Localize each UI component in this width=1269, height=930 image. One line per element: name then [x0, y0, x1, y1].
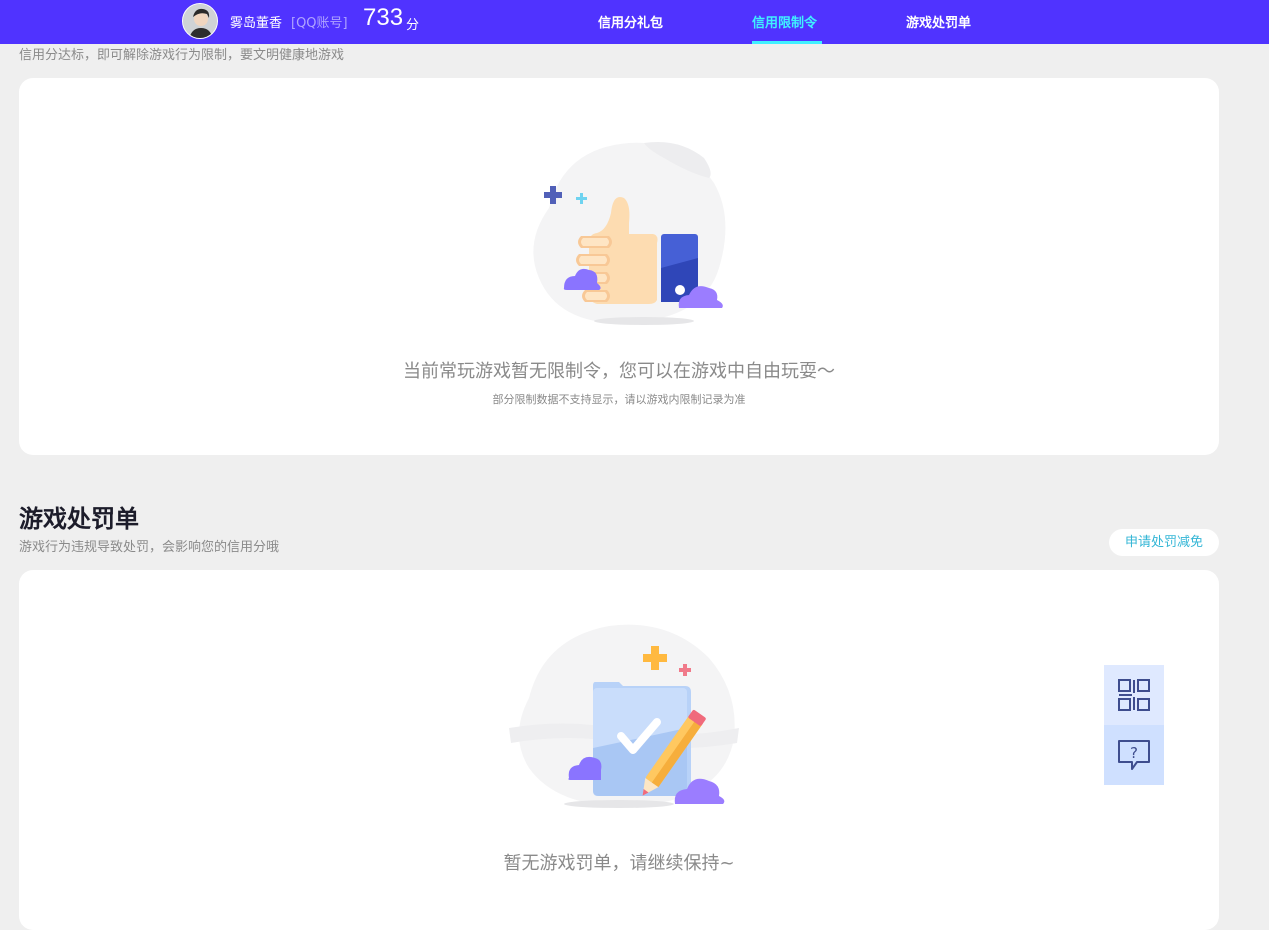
- credit-score-unit: 分: [406, 18, 420, 33]
- penalty-card: 暂无游戏罚单，请继续保持~: [19, 570, 1219, 930]
- checklist-pencil-icon: [509, 624, 739, 808]
- restriction-subtitle: 信用分达标，即可解除游戏行为限制，要文明健康地游戏: [19, 48, 345, 63]
- qr-code-icon: [1118, 679, 1150, 711]
- thumbs-up-icon: [533, 142, 726, 325]
- tab-credit-restriction[interactable]: 信用限制令: [752, 12, 817, 31]
- restriction-card: 当前常玩游戏暂无限制令，您可以在游戏中自由玩耍～ 部分限制数据不支持显示，请以游…: [19, 78, 1219, 455]
- credit-score: 733: [363, 4, 404, 31]
- help-chat-icon: ?: [1118, 740, 1150, 770]
- restriction-empty-message: 当前常玩游戏暂无限制令，您可以在游戏中自由玩耍～: [403, 361, 835, 382]
- username: 雾岛董香: [230, 16, 283, 31]
- account-type-label: [QQ账号]: [291, 16, 348, 31]
- qr-code-button[interactable]: [1104, 665, 1164, 725]
- tab-game-penalty[interactable]: 游戏处罚单: [906, 12, 971, 31]
- svg-text:?: ?: [1130, 744, 1138, 762]
- top-nav-bar: 雾岛董香 [QQ账号] 733 分 信用分礼包 信用限制令 游戏处罚单: [0, 0, 1269, 44]
- penalty-section-title: 游戏处罚单: [19, 505, 139, 533]
- help-feedback-button[interactable]: ?: [1104, 725, 1164, 785]
- restriction-empty-note: 部分限制数据不支持显示，请以游戏内限制记录为准: [492, 393, 746, 406]
- apply-penalty-reduction-button[interactable]: 申请处罚减免: [1109, 529, 1219, 556]
- tab-credit-gift[interactable]: 信用分礼包: [598, 12, 663, 31]
- active-tab-indicator: [752, 41, 822, 44]
- penalty-subtitle: 游戏行为违规导致处罚，会影响您的信用分哦: [19, 540, 280, 555]
- user-avatar-icon: [183, 4, 217, 38]
- penalty-empty-message: 暂无游戏罚单，请继续保持~: [503, 853, 735, 874]
- floating-action-panel: ?: [1104, 665, 1164, 785]
- avatar[interactable]: [182, 3, 218, 39]
